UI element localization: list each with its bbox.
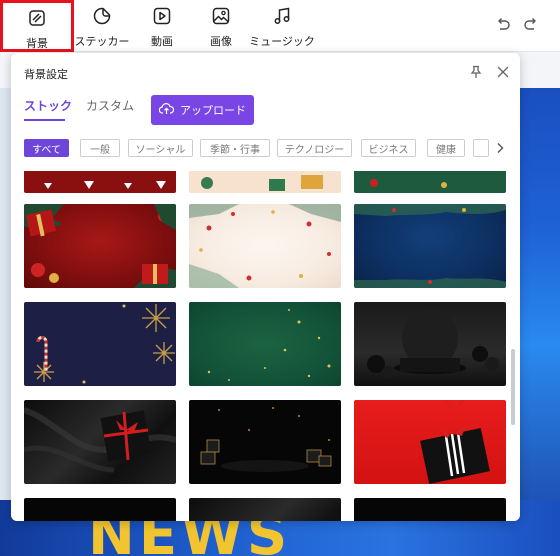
image-tool-label: 画像: [210, 35, 232, 48]
image-icon: [211, 6, 231, 30]
category-chip-all[interactable]: すべて: [24, 139, 69, 157]
background-icon: [27, 8, 47, 32]
thumbnail-green-gold-sparkles[interactable]: [189, 302, 341, 386]
category-chip-technology[interactable]: テクノロジー: [277, 139, 352, 157]
thumbnail-row5-3[interactable]: [354, 498, 506, 521]
video-tool-button[interactable]: 動画: [148, 6, 176, 48]
music-icon: [272, 6, 292, 30]
tab-stock[interactable]: ストック: [24, 97, 72, 114]
thumbnail-christmas-red-gifts[interactable]: [24, 204, 176, 288]
thumbnail-christmas-red-border[interactable]: [24, 171, 176, 193]
sticker-tool-button[interactable]: ステッカー: [74, 6, 130, 48]
sticker-icon: [92, 6, 112, 30]
category-chip-social[interactable]: ソーシャル: [128, 139, 193, 157]
background-tool-label: 背景: [26, 37, 48, 50]
thumbnail-christmas-green-pine[interactable]: [354, 171, 506, 193]
music-tool-label: ミュージック: [249, 35, 315, 48]
chevron-right-icon[interactable]: [492, 139, 508, 157]
thumbnail-black-silk-gift[interactable]: [24, 400, 176, 484]
background-settings-panel: 背景設定 ストック カスタム アップロード すべて 一般 ソーシャル 季節・行事…: [11, 53, 520, 521]
music-tool-button[interactable]: ミュージック: [249, 6, 315, 48]
category-chip-seasonal[interactable]: 季節・行事: [200, 139, 270, 157]
video-tool-label: 動画: [151, 35, 173, 48]
grid-scrollbar[interactable]: [511, 349, 515, 425]
category-chip-health[interactable]: 健康: [427, 139, 465, 157]
pin-icon[interactable]: [469, 64, 483, 78]
redo-icon[interactable]: [522, 16, 540, 34]
background-thumbnail-grid: [24, 171, 506, 521]
panel-title: 背景設定: [24, 68, 68, 81]
upload-button[interactable]: アップロード: [151, 95, 254, 125]
undo-icon[interactable]: [494, 16, 512, 34]
background-tool-button[interactable]: 背景: [0, 0, 74, 52]
cloud-upload-icon: [158, 102, 175, 118]
upload-button-label: アップロード: [180, 104, 246, 117]
category-chip-more[interactable]: [473, 139, 489, 157]
category-chip-general[interactable]: 一般: [80, 139, 120, 157]
sticker-tool-label: ステッカー: [74, 35, 130, 48]
thumbnail-row5-1[interactable]: [24, 498, 176, 521]
active-tab-indicator: [24, 119, 65, 121]
thumbnail-christmas-navy-pine[interactable]: [354, 204, 506, 288]
thumbnail-black-stage-balloons[interactable]: [354, 302, 506, 386]
close-icon[interactable]: [496, 64, 510, 78]
toolbar: 背景 ステッカー 動画 画像 ミュージック: [0, 0, 560, 52]
thumbnail-row5-2[interactable]: [189, 498, 341, 521]
thumbnail-red-black-gift[interactable]: [354, 400, 506, 484]
thumbnail-navy-gold-snowflakes[interactable]: [24, 302, 176, 386]
category-chip-business[interactable]: ビジネス: [361, 139, 416, 157]
image-tool-button[interactable]: 画像: [206, 6, 236, 48]
thumbnail-dark-night-gifts[interactable]: [189, 400, 341, 484]
video-icon: [152, 6, 172, 30]
thumbnail-christmas-cream-snowflakes[interactable]: [189, 204, 341, 288]
tab-custom[interactable]: カスタム: [86, 97, 134, 114]
thumbnail-christmas-cream-gifts[interactable]: [189, 171, 341, 193]
